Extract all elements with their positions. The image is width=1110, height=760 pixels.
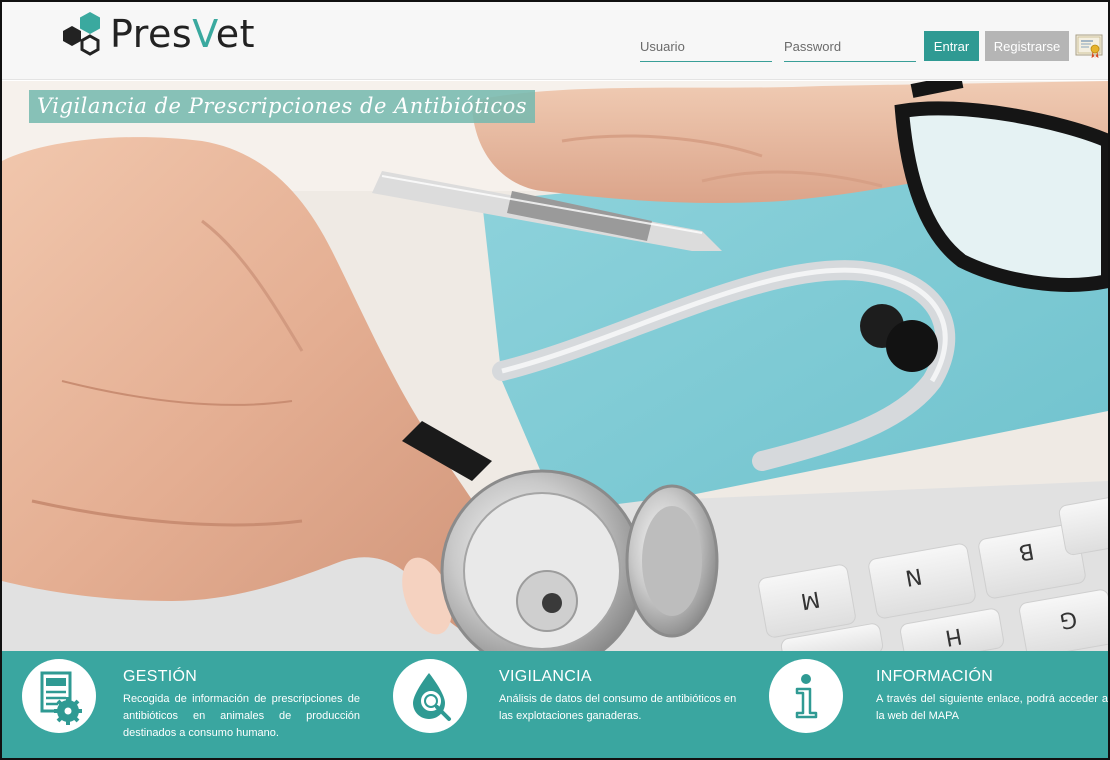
enter-button[interactable]: Entrar — [924, 31, 979, 61]
top-header: PresVet Entrar Registrarse — [2, 2, 1108, 80]
document-gear-icon — [40, 671, 82, 725]
username-input[interactable] — [640, 32, 772, 60]
feature-informacion-title: INFORMACIÓN — [876, 668, 994, 685]
presvet-logo[interactable]: PresVet — [60, 10, 255, 58]
feature-informacion[interactable]: INFORMACIÓN A través del siguiente enlac… — [752, 651, 1108, 758]
feature-vigilancia-circle[interactable] — [393, 659, 467, 733]
hero-banner: M N B H G Vigilancia de Prescripciones d… — [2, 81, 1108, 651]
feature-gestion-text: Recogida de información de prescripcione… — [123, 693, 360, 739]
password-field-wrapper — [784, 32, 916, 62]
feature-vigilancia-text: Análisis de datos del consumo de antibió… — [499, 693, 737, 722]
feature-informacion-circle[interactable] — [769, 659, 843, 733]
register-button[interactable]: Registrarse — [985, 31, 1069, 61]
drop-magnifier-icon — [413, 673, 451, 721]
hero-title: Vigilancia de Prescripciones de Antibiót… — [29, 90, 536, 123]
page-frame: PresVet Entrar Registrarse — [0, 0, 1110, 760]
username-field-wrapper — [640, 32, 772, 62]
feature-gestion-title: GESTIÓN — [123, 668, 198, 685]
features-band: GESTIÓN Recogida de información de presc… — [2, 651, 1108, 758]
feature-vigilancia[interactable]: VIGILANCIA Análisis de datos del consumo… — [372, 651, 752, 758]
feature-vigilancia-title: VIGILANCIA — [499, 668, 592, 685]
hexagon-logo-icon — [63, 12, 100, 56]
certificate-icon[interactable] — [1075, 32, 1103, 60]
password-input[interactable] — [784, 32, 916, 60]
feature-gestion-circle[interactable] — [22, 659, 96, 733]
feature-informacion-text[interactable]: A través del siguiente enlace, podrá acc… — [876, 691, 1108, 725]
brand-name: PresVet — [110, 12, 256, 56]
feature-gestion[interactable]: GESTIÓN Recogida de información de presc… — [2, 651, 372, 758]
info-icon — [795, 674, 818, 719]
stethoscope-hero-image: M N B H G — [2, 81, 1108, 651]
